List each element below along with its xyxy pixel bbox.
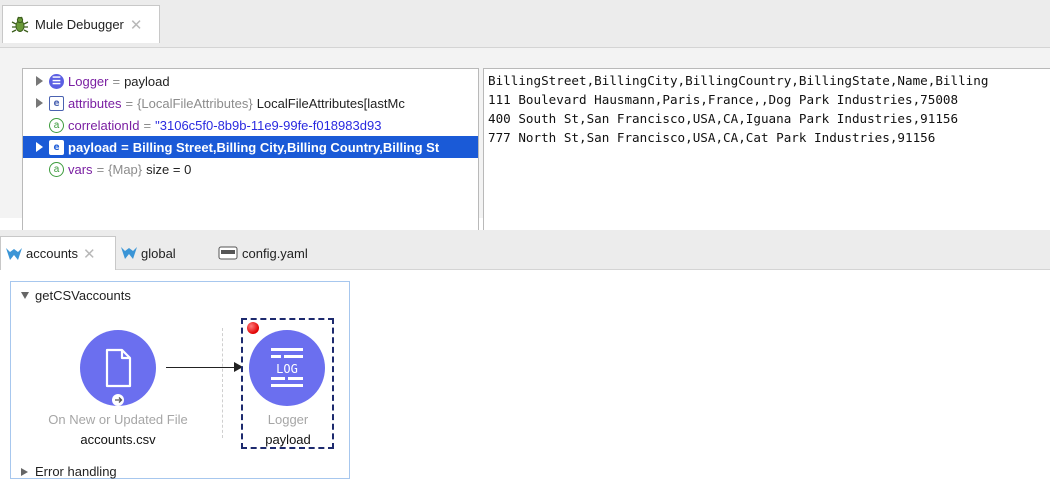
tree-row-logger[interactable]: ☰ Logger = payload — [23, 70, 478, 92]
tree-name: Logger — [68, 73, 109, 89]
selected-component-frame — [241, 318, 334, 449]
tree-type: {Map} — [108, 161, 143, 177]
debugger-tabbar: Mule Debugger ✕ — [0, 0, 1050, 48]
tree-row-correlationid[interactable]: a correlationId = "3106c5f0-8b9b-11e9-99… — [23, 114, 478, 136]
tab-config-yaml[interactable]: config.yaml — [218, 236, 308, 270]
variables-tree[interactable]: ☰ Logger = payload e attributes = {Local… — [22, 68, 479, 248]
tab-mule-debugger-label: Mule Debugger — [35, 17, 124, 32]
value-detail-pane[interactable]: BillingStreet,BillingCity,BillingCountry… — [483, 68, 1050, 248]
file-listener-component[interactable] — [80, 330, 156, 406]
mule-config-icon — [121, 247, 137, 259]
value-line: 400 South St,San Francisco,USA,CA,Iguana… — [488, 111, 959, 126]
tree-value: "3106c5f0-8b9b-11e9-99fe-f018983d93 — [155, 117, 382, 133]
tab-global[interactable]: global — [120, 236, 176, 270]
tree-value: LocalFileAttributes[lastMc — [256, 95, 405, 111]
expand-caret-icon[interactable] — [21, 467, 28, 476]
value-line: 111 Boulevard Hausmann,Paris,France,,Dog… — [488, 92, 959, 107]
attribute-a-icon: a — [49, 161, 64, 177]
value-line: 777 North St,San Francisco,USA,CA,Cat Pa… — [488, 130, 936, 145]
tree-row-vars[interactable]: a vars = {Map} size = 0 — [23, 158, 478, 180]
file-icon — [105, 348, 132, 406]
tree-row-payload[interactable]: e payload = Billing Street,Billing City,… — [23, 136, 478, 158]
yaml-file-icon — [218, 246, 238, 260]
source-caption: On New or Updated File — [48, 412, 188, 427]
debugger-panel: ☰ Logger = payload e attributes = {Local… — [0, 48, 1050, 248]
collapse-caret-icon[interactable] — [21, 292, 29, 299]
tab-label: global — [141, 245, 176, 261]
source-separator — [222, 328, 223, 438]
expand-arrow-icon[interactable] — [33, 141, 45, 153]
tree-eq: = — [125, 95, 134, 111]
tree-name: payload — [68, 139, 118, 155]
logger-caption: Logger — [267, 412, 309, 427]
attribute-a-icon: a — [49, 117, 64, 133]
bug-icon — [11, 16, 29, 33]
tree-name: attributes — [68, 95, 122, 111]
flow-container[interactable]: getCSVaccounts LOG On New or Updated Fil… — [10, 281, 350, 479]
mule-config-icon — [6, 247, 22, 260]
object-e-icon: e — [49, 139, 64, 155]
expand-arrow-icon[interactable] — [33, 75, 45, 87]
tab-accounts[interactable]: accounts ✕ — [0, 236, 116, 270]
tree-value: size = 0 — [146, 161, 192, 177]
flow-canvas[interactable]: getCSVaccounts LOG On New or Updated Fil… — [0, 271, 1050, 485]
flow-connector — [166, 367, 236, 368]
tree-eq: = — [121, 139, 129, 155]
tree-eq: = — [96, 161, 105, 177]
source-detail: accounts.csv — [80, 432, 156, 447]
logger-detail: payload — [265, 432, 311, 447]
close-icon[interactable]: ✕ — [83, 245, 96, 263]
error-handling-label: Error handling — [35, 464, 117, 479]
tree-name: correlationId — [68, 117, 140, 133]
tree-eq: = — [112, 73, 121, 89]
expand-arrow-icon[interactable] — [33, 97, 45, 109]
flow-name: getCSVaccounts — [35, 288, 131, 303]
flow-header[interactable]: getCSVaccounts — [21, 288, 131, 303]
error-handling-section[interactable]: Error handling — [21, 464, 117, 479]
tab-mule-debugger[interactable]: Mule Debugger ✕ — [2, 5, 160, 43]
tree-value: Billing Street,Billing City,Billing Coun… — [132, 139, 440, 155]
object-e-icon: e — [49, 95, 64, 111]
tree-row-attributes[interactable]: e attributes = {LocalFileAttributes} Loc… — [23, 92, 478, 114]
tree-type: {LocalFileAttributes} — [137, 95, 253, 111]
tree-eq: = — [143, 117, 152, 133]
editor-tabbar: accounts ✕ global config.yaml — [0, 230, 1050, 270]
value-line: BillingStreet,BillingCity,BillingCountry… — [488, 73, 989, 88]
breakpoint-icon[interactable] — [247, 322, 259, 334]
close-icon[interactable]: ✕ — [130, 16, 143, 34]
tab-label: config.yaml — [242, 245, 308, 261]
tree-name: vars — [68, 161, 93, 177]
tab-label: accounts — [26, 246, 79, 261]
tree-value: payload — [124, 73, 170, 89]
logger-icon: ☰ — [49, 73, 64, 89]
